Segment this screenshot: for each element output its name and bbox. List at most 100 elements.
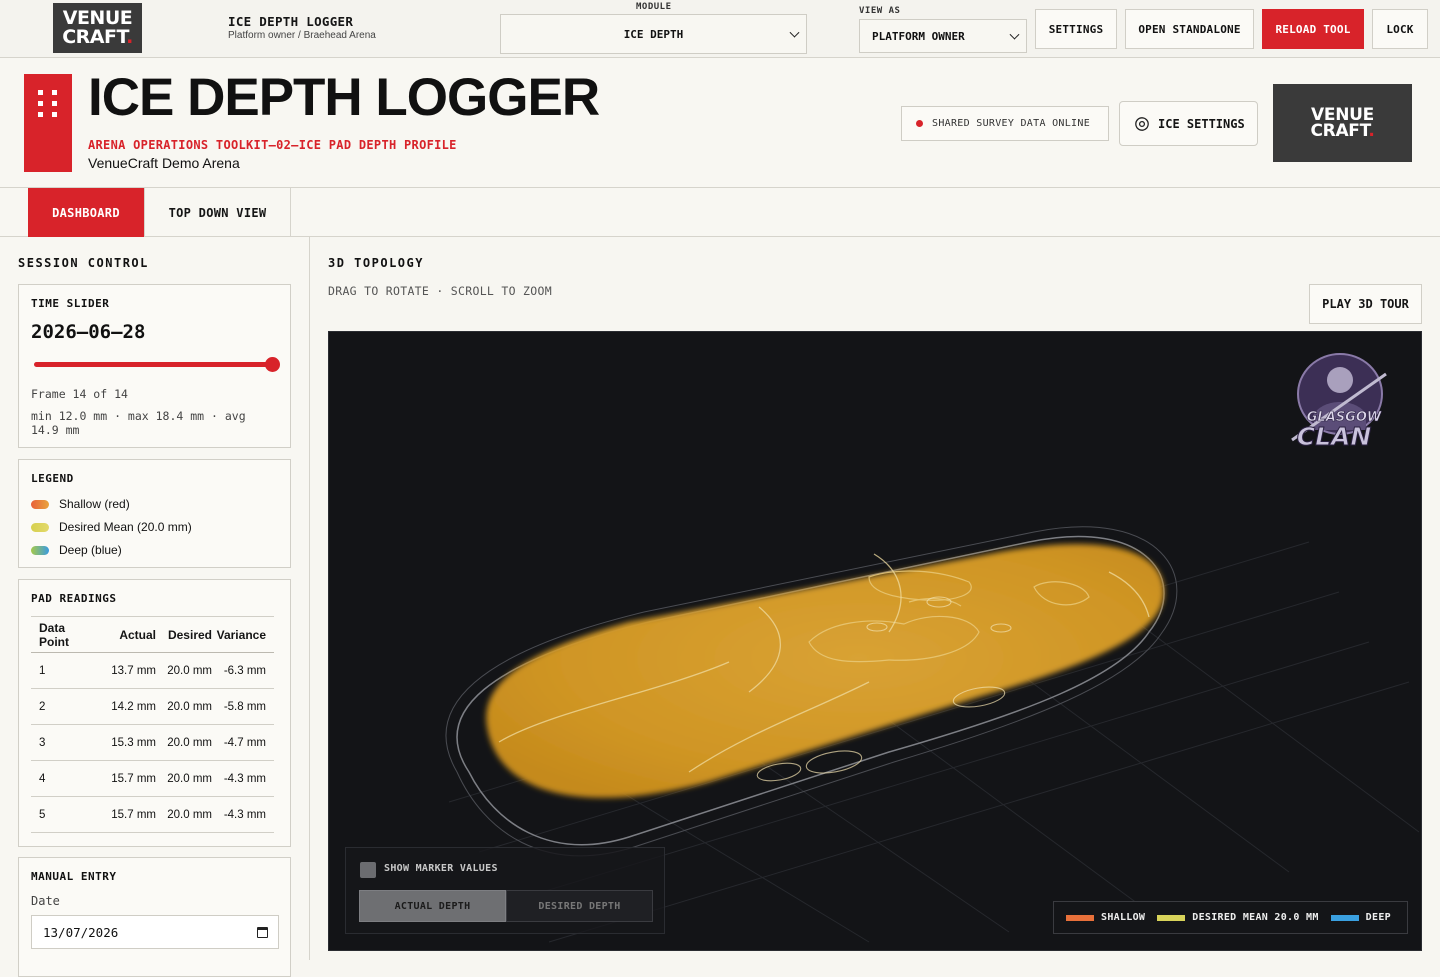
frame-text: Frame 14 of 14 [31,387,128,401]
venuecraft-logo[interactable]: VENUE CRAFT. [53,3,142,53]
play-3d-tour-button[interactable]: PLAY 3D TOUR [1309,284,1422,324]
pad-readings-title: PAD READINGS [31,592,117,605]
show-marker-values-checkbox[interactable] [360,862,376,878]
table-row: 4 15.7 mm 20.0 mm -4.3 mm [31,760,274,797]
cell-actual: 13.7 mm [95,652,156,689]
lock-button[interactable]: LOCK [1372,9,1428,49]
cell-desired: 20.0 mm [156,796,212,833]
status-text: SHARED SURVEY DATA ONLINE [932,118,1091,129]
cell-data-point: 4 [31,760,95,797]
tab-top-down-view[interactable]: TOP DOWN VIEW [145,188,291,237]
legend-item-shallow: Shallow (red) [31,497,130,511]
viewport-legend: SHALLOW DESIRED MEAN 20.0 MM DEEP [1053,901,1408,934]
desired-swatch [31,522,49,532]
legend-item-desired: Desired Mean (20.0 mm) [31,520,192,534]
venuecraft-logo-large: VENUE CRAFT. [1273,84,1412,162]
cell-variance: -6.3 mm [212,652,274,689]
column-header: Desired [156,616,212,653]
cell-desired: 20.0 mm [156,724,212,761]
page-header: ICE DEPTH LOGGER ARENA OPERATIONS TOOLKI… [0,58,1440,188]
shallow-swatch [1066,914,1094,921]
cell-variance: -4.3 mm [212,760,274,797]
pad-readings-table: Data Point Actual Desired Variance 1 13.… [31,616,274,833]
open-standalone-button[interactable]: OPEN STANDALONE [1125,9,1254,49]
app-title: ICE DEPTH LOGGER [228,14,354,29]
column-header: Data Point [31,616,95,653]
view-as-select[interactable]: PLATFORM OWNER [859,19,1027,53]
svg-text:CLAN: CLAN [1297,422,1372,451]
legend-card: LEGEND Shallow (red) Desired Mean (20.0 … [18,459,291,568]
module-select[interactable]: ICE DEPTH [500,14,807,54]
cell-data-point: 5 [31,796,95,833]
cell-variance: -5.8 mm [212,688,274,725]
calendar-icon[interactable] [257,927,268,938]
time-slider-title: TIME SLIDER [31,297,110,310]
table-row: 5 15.7 mm 20.0 mm -4.3 mm [31,796,274,833]
legend-item-deep: Deep (blue) [31,543,122,557]
table-row: 2 14.2 mm 20.0 mm -5.8 mm [31,688,274,725]
manual-entry-title: MANUAL ENTRY [31,870,117,883]
ice-settings-button[interactable]: ICE SETTINGS [1119,101,1258,146]
desired-depth-toggle[interactable]: DESIRED DEPTH [506,890,653,922]
cell-desired: 20.0 mm [156,688,212,725]
legend-item-deep: DEEP [1330,912,1391,923]
tab-bar: DASHBOARD TOP DOWN VIEW [0,188,1440,237]
cell-data-point: 1 [31,652,95,689]
legend-item-shallow: SHALLOW [1066,912,1145,923]
cell-desired: 20.0 mm [156,760,212,797]
cell-data-point: 3 [31,724,95,761]
cell-actual: 15.7 mm [95,760,156,797]
team-logo: GLASGOW CLAN [1291,353,1387,452]
time-slider-card: TIME SLIDER 2026–06–28 Frame 14 of 14 mi… [18,284,291,448]
cell-data-point: 2 [31,688,95,725]
gear-icon [1135,116,1149,131]
3d-viewport[interactable]: GLASGOW CLAN SHOW MARKER VALUES ACTUAL D… [328,331,1422,951]
desired-swatch [1157,914,1186,921]
status-badge: SHARED SURVEY DATA ONLINE [901,106,1109,141]
top-bar: VENUE CRAFT. ICE DEPTH LOGGER Platform o… [0,0,1440,58]
cell-desired: 20.0 mm [156,652,212,689]
depth-stats: min 12.0 mm · max 18.4 mm · avg 14.9 mm [31,409,246,437]
table-row: 1 13.7 mm 20.0 mm -6.3 mm [31,652,274,689]
deep-swatch [31,545,49,555]
column-header: Variance [212,616,274,653]
status-dot-icon [916,120,923,127]
current-date: 2026–06–28 [31,321,146,343]
view-controls: SHOW MARKER VALUES ACTUAL DEPTH DESIRED … [345,847,665,934]
cell-actual: 15.7 mm [95,796,156,833]
settings-button[interactable]: SETTINGS [1035,9,1117,49]
time-slider-handle[interactable] [265,357,280,372]
reload-tool-button[interactable]: RELOAD TOOL [1262,9,1364,49]
app-subtitle: Platform owner / Braehead Arena [228,30,376,41]
page-subtitle: ARENA OPERATIONS TOOLKIT—02—ICE PAD DEPT… [88,138,457,152]
table-header-row: Data Point Actual Desired Variance [31,616,274,653]
chevron-down-icon [1009,29,1020,40]
actual-depth-toggle[interactable]: ACTUAL DEPTH [359,890,506,922]
time-slider-track[interactable] [34,362,275,367]
topology-hint: DRAG TO ROTATE · SCROLL TO ZOOM [328,284,552,298]
table-row: 3 15.3 mm 20.0 mm -4.7 mm [31,724,274,761]
deep-swatch [1330,914,1359,921]
view-as-value: PLATFORM OWNER [872,29,965,43]
tab-dashboard[interactable]: DASHBOARD [28,188,145,237]
show-marker-values-label[interactable]: SHOW MARKER VALUES [384,863,498,874]
date-field-value: 13/07/2026 [43,924,119,940]
date-field[interactable]: 13/07/2026 [31,915,279,949]
module-label: MODULE [636,2,672,12]
view-as-label: VIEW AS [859,6,901,16]
cell-actual: 14.2 mm [95,688,156,725]
cell-variance: -4.3 mm [212,796,274,833]
grid-icon [24,74,72,172]
shallow-swatch [31,499,49,509]
ice-settings-label: ICE SETTINGS [1158,116,1245,131]
cell-variance: -4.7 mm [212,724,274,761]
chevron-down-icon [789,27,800,38]
module-select-value: ICE DEPTH [623,27,684,41]
manual-entry-card: MANUAL ENTRY Date 13/07/2026 [18,857,291,977]
sidebar: SESSION CONTROL TIME SLIDER 2026–06–28 F… [0,237,310,977]
date-field-label: Date [31,894,60,908]
cell-actual: 15.3 mm [95,724,156,761]
topology-title: 3D TOPOLOGY [328,256,424,270]
page-title: ICE DEPTH LOGGER [88,68,600,127]
pad-readings-card: PAD READINGS Data Point Actual Desired V… [18,579,291,847]
